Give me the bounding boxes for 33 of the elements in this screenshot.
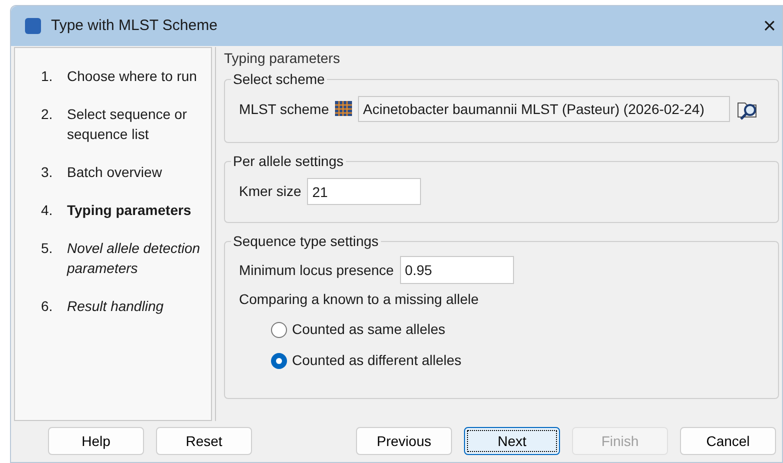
wizard-button[interactable]: Help [48, 427, 144, 455]
field-label: Kmer size [239, 182, 302, 201]
radio-option[interactable]: Counted as different alleles [271, 350, 462, 371]
step-number: 4. [41, 201, 54, 220]
window-title: Type with MLST Scheme [51, 16, 218, 36]
kmer-size-field[interactable]: 21 [307, 178, 422, 205]
wizard-button[interactable]: Next [464, 427, 560, 455]
wizard-button[interactable]: Cancel [680, 427, 776, 455]
wizard-button[interactable]: Reset [156, 427, 252, 455]
step-number: 3. [41, 163, 54, 182]
app-icon [25, 18, 41, 34]
step-number: 1. [41, 67, 54, 86]
wizard-button[interactable]: Previous [356, 427, 452, 455]
field-label: Minimum locus presence [239, 260, 394, 280]
step-label: Result handling [67, 297, 165, 316]
step-label: Novel allele detection parameters [67, 239, 202, 278]
radio-option[interactable]: Counted as same alleles [271, 319, 446, 340]
step-label: Batch overview [67, 163, 163, 182]
field-label: MLST scheme [239, 100, 329, 119]
step-label: Select sequence or sequence list [67, 105, 188, 144]
panel-title: Typing parameters [224, 49, 341, 67]
table-icon [335, 101, 352, 116]
step-label: Typing parameters [67, 201, 192, 220]
radio-button[interactable] [271, 322, 287, 338]
scheme-field[interactable]: Acinetobacter baumannii MLST (Pasteur) (2026-02-24) [358, 96, 730, 122]
step-number: 6. [41, 297, 54, 316]
step-label: Choose where to run [67, 67, 198, 86]
question-label: Comparing a known to a missing allele [239, 290, 479, 309]
step-number: 2. [41, 105, 54, 124]
close-button[interactable]: × [761, 15, 778, 37]
locus-presence-field[interactable]: 0.95 [400, 256, 514, 284]
step-number: 5. [41, 239, 54, 258]
radio-button[interactable] [271, 352, 287, 368]
